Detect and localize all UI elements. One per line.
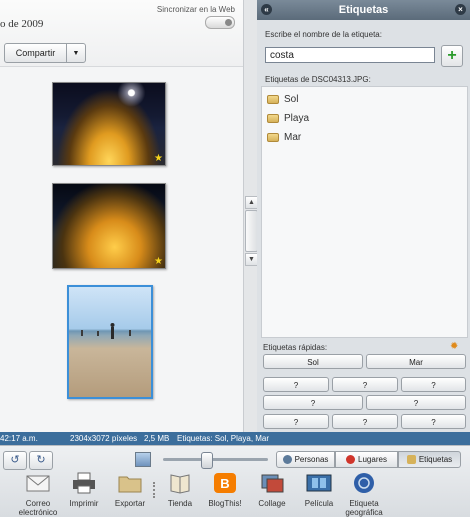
gear-icon[interactable]: ✹ — [450, 341, 458, 352]
tag-icon — [267, 114, 279, 123]
sync-toggle-knob — [225, 19, 232, 26]
export-button[interactable]: Exportar — [108, 472, 152, 508]
tool-label: Película — [304, 499, 334, 508]
album-date: o de 2009 — [0, 18, 44, 30]
tool-label: Tienda — [167, 499, 193, 508]
tags-panel-title: Etiquetas — [338, 4, 389, 16]
tab-lugares[interactable]: Lugares — [335, 451, 398, 468]
tag-item[interactable]: Sol — [267, 94, 298, 105]
svg-text:B: B — [220, 476, 229, 491]
tool-label: Imprimir — [69, 499, 99, 508]
status-file-size: 2,5 MB — [144, 434, 170, 443]
collage-icon — [261, 474, 284, 493]
quick-tag-button[interactable]: ? — [263, 395, 363, 410]
zoom-slider[interactable] — [163, 458, 268, 461]
map-pin-icon — [346, 455, 356, 464]
geotag-button[interactable]: Etiqueta geográfica — [342, 472, 386, 517]
photo-thumbnail-selected[interactable] — [67, 285, 153, 399]
envelope-icon — [26, 475, 50, 492]
photo-thumbnail[interactable]: ★ — [52, 183, 166, 269]
rotate-right-button[interactable]: ↻ — [29, 451, 53, 470]
quick-tags-label: Etiquetas rápidas: — [263, 343, 328, 352]
globe-icon — [354, 473, 374, 493]
rotate-left-button[interactable]: ↺ — [3, 451, 27, 470]
tool-label: Correo electrónico — [18, 499, 58, 517]
quick-tag-button[interactable]: ? — [401, 377, 466, 392]
tab-label: Lugares — [358, 455, 387, 464]
tab-label: Etiquetas — [418, 455, 453, 464]
quick-tag-button[interactable]: ? — [332, 377, 398, 392]
file-tags-label: Etiquetas de DSC04313.JPG: — [265, 75, 371, 84]
printer-icon — [73, 472, 95, 494]
zoom-icon — [135, 452, 151, 467]
tool-label: BlogThis! — [208, 499, 242, 508]
movie-button[interactable]: Película — [297, 472, 341, 508]
tag-item[interactable]: Playa — [267, 113, 309, 124]
quick-tag-button[interactable]: ? — [332, 414, 398, 429]
blogger-icon: B — [214, 473, 236, 493]
sync-toggle[interactable] — [205, 16, 235, 29]
quick-tag-button[interactable]: Sol — [263, 354, 363, 369]
blogthis-button[interactable]: B BlogThis! — [203, 472, 247, 508]
add-tag-button[interactable]: + — [441, 45, 463, 67]
folder-icon — [118, 476, 142, 493]
print-button[interactable]: Imprimir — [62, 472, 106, 508]
status-tags: Etiquetas: Sol, Playa, Mar — [177, 434, 270, 443]
shop-button[interactable]: Tienda — [158, 472, 202, 508]
people-icon — [282, 455, 292, 464]
share-button-label: Compartir — [15, 48, 56, 58]
quick-tag-button[interactable]: ? — [401, 414, 466, 429]
beach-figures — [81, 323, 131, 339]
photo-thumbnail[interactable]: ★ — [52, 82, 166, 166]
tag-input-label: Escribe el nombre de la etiqueta: — [265, 30, 382, 39]
tag-item[interactable]: Mar — [267, 132, 301, 143]
tag-item-label: Mar — [284, 132, 302, 143]
tab-label: Personas — [294, 455, 329, 464]
tag-item-label: Sol — [284, 94, 299, 105]
quick-tag-button[interactable]: ? — [366, 395, 466, 410]
collage-button[interactable]: Collage — [250, 472, 294, 508]
tag-icon — [267, 95, 279, 104]
vertical-scrollbar[interactable]: ▲ ▼ — [243, 0, 258, 432]
tag-list: Sol Playa Mar — [261, 86, 468, 338]
tag-icon — [267, 133, 279, 142]
collapse-left-icon[interactable]: « — [261, 4, 272, 15]
status-bar: 42:17 a.m. 2304x3072 píxeles 2,5 MB Etiq… — [0, 432, 470, 445]
quick-tag-button[interactable]: ? — [263, 377, 329, 392]
bottom-toolbar: ↺ ↻ Personas Lugares Etiquetas Correo el… — [0, 445, 470, 517]
star-icon: ★ — [154, 256, 163, 267]
tab-etiquetas[interactable]: Etiquetas — [398, 451, 461, 468]
quick-tag-button[interactable]: Mar — [366, 354, 466, 369]
toolbar-divider — [153, 482, 157, 498]
tags-panel-header: « Etiquetas × — [257, 0, 470, 20]
tool-label: Exportar — [114, 499, 146, 508]
quick-tag-button[interactable]: ? — [263, 414, 329, 429]
album-header: o de 2009 Sincronizar en la Web Comparti… — [0, 0, 243, 67]
tool-label: Collage — [258, 499, 286, 508]
star-icon: ★ — [154, 153, 163, 164]
tags-panel: « Etiquetas × Escribe el nombre de la et… — [257, 0, 470, 432]
tab-personas[interactable]: Personas — [276, 451, 335, 468]
tag-name-input[interactable]: costa — [265, 47, 435, 63]
tag-icon — [406, 455, 416, 464]
photo-browser-panel: o de 2009 Sincronizar en la Web Comparti… — [0, 0, 243, 432]
shop-icon — [170, 474, 190, 494]
sync-label: Sincronizar en la Web — [156, 5, 235, 14]
zoom-slider-handle[interactable] — [201, 452, 213, 469]
status-dimensions: 2304x3072 píxeles — [70, 434, 138, 443]
tag-item-label: Playa — [284, 113, 310, 124]
tool-label: Etiqueta geográfica — [345, 499, 383, 517]
chevron-down-icon[interactable]: ▼ — [66, 44, 85, 62]
close-icon[interactable]: × — [455, 4, 466, 15]
status-time: 42:17 a.m. — [0, 434, 38, 443]
film-icon — [306, 474, 332, 492]
email-button[interactable]: Correo electrónico — [16, 472, 60, 517]
share-button[interactable]: Compartir ▼ — [4, 43, 86, 63]
